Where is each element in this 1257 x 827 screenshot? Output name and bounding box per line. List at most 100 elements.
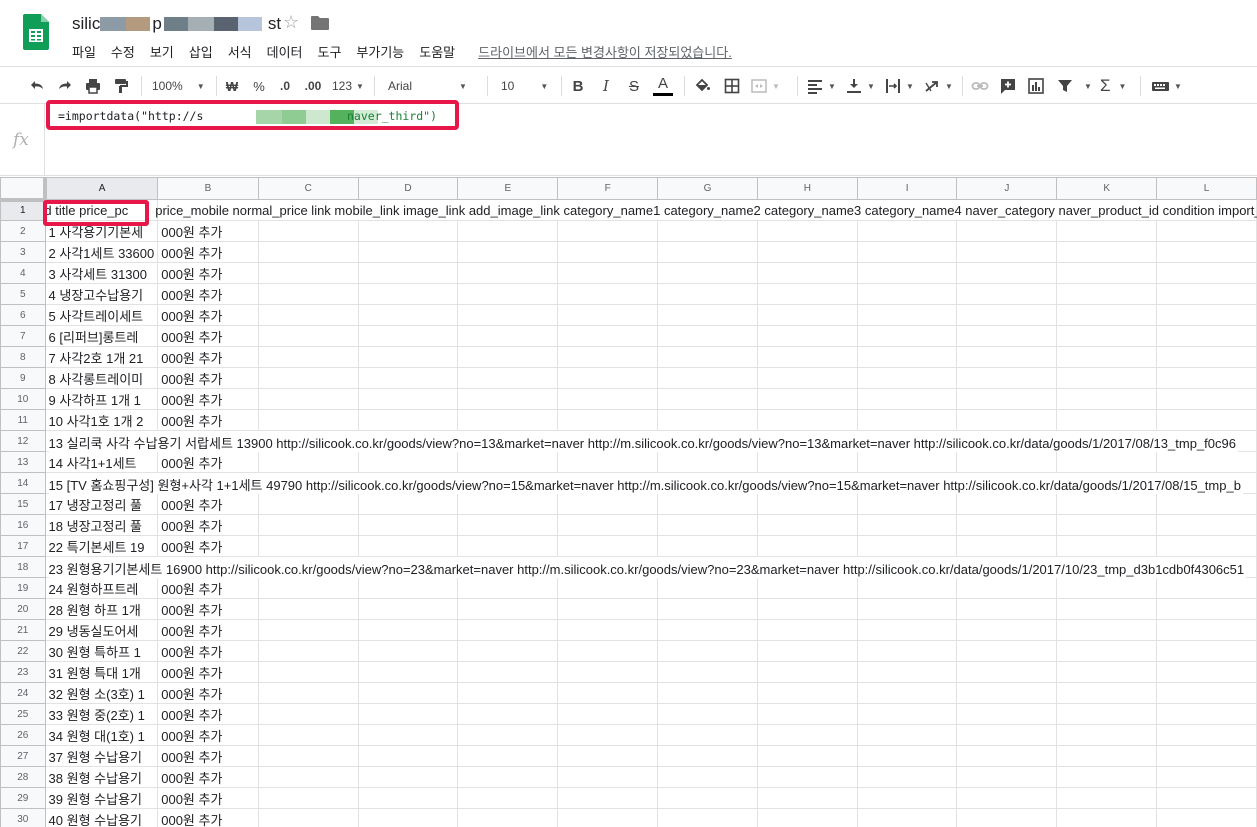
- empty-cell[interactable]: [257, 493, 359, 515]
- empty-cell[interactable]: [956, 787, 1058, 809]
- empty-cell[interactable]: [457, 514, 559, 536]
- empty-cell[interactable]: [357, 640, 459, 662]
- empty-cell[interactable]: [257, 724, 359, 746]
- empty-cell[interactable]: [756, 220, 858, 242]
- empty-cell[interactable]: [257, 577, 359, 599]
- empty-cell[interactable]: [457, 241, 559, 263]
- empty-cell[interactable]: [1156, 724, 1257, 746]
- empty-cell[interactable]: [657, 346, 758, 368]
- empty-cell[interactable]: [557, 577, 659, 599]
- cell-a[interactable]: 14 사각1+1세트: [44, 451, 159, 473]
- empty-cell[interactable]: [657, 640, 758, 662]
- empty-cell[interactable]: [1156, 766, 1257, 788]
- row-header[interactable]: 7: [0, 325, 46, 347]
- more-formats-button[interactable]: 123 ▼: [332, 75, 366, 97]
- empty-cell[interactable]: [1056, 808, 1158, 827]
- spilled-row-cell[interactable]: 13 실리쿡 사각 수납용기 서랍세트 13900 http://silicoo…: [44, 430, 1257, 452]
- empty-cell[interactable]: [1156, 325, 1257, 347]
- cell-a[interactable]: 18 냉장고정리 풀: [44, 514, 159, 536]
- text-wrap-button[interactable]: ▼: [884, 75, 916, 97]
- menu-help[interactable]: 도움말: [419, 42, 455, 61]
- empty-cell[interactable]: [856, 241, 958, 263]
- cell-a[interactable]: 5 사각트레이세트: [44, 304, 159, 326]
- empty-cell[interactable]: [756, 598, 858, 620]
- empty-cell[interactable]: [856, 661, 958, 683]
- empty-cell[interactable]: [1156, 787, 1257, 809]
- empty-cell[interactable]: [1156, 682, 1257, 704]
- empty-cell[interactable]: [1056, 682, 1158, 704]
- empty-cell[interactable]: [1156, 745, 1257, 767]
- cell-a[interactable]: 1 사각용기기본세: [44, 220, 159, 242]
- empty-cell[interactable]: [956, 283, 1058, 305]
- empty-cell[interactable]: [457, 640, 559, 662]
- cell-a[interactable]: 9 사각하프 1개 1: [44, 388, 159, 410]
- empty-cell[interactable]: [956, 808, 1058, 827]
- empty-cell[interactable]: [1156, 304, 1257, 326]
- save-status-link[interactable]: 드라이브에서 모든 변경사항이 저장되었습니다.: [478, 42, 732, 61]
- empty-cell[interactable]: [557, 682, 659, 704]
- empty-cell[interactable]: [457, 577, 559, 599]
- insert-comment-button[interactable]: [998, 75, 1018, 97]
- empty-cell[interactable]: [756, 451, 858, 473]
- empty-cell[interactable]: [1056, 787, 1158, 809]
- empty-cell[interactable]: [1156, 640, 1257, 662]
- column-header[interactable]: A: [44, 177, 159, 200]
- cell-a[interactable]: 28 원형 하프 1개: [44, 598, 159, 620]
- cell-a[interactable]: 8 사각롱트레이미: [44, 367, 159, 389]
- empty-cell[interactable]: [1056, 283, 1158, 305]
- row-header[interactable]: 1: [0, 199, 46, 221]
- empty-cell[interactable]: [1056, 304, 1158, 326]
- empty-cell[interactable]: [956, 577, 1058, 599]
- empty-cell[interactable]: [457, 661, 559, 683]
- empty-cell[interactable]: [1056, 619, 1158, 641]
- empty-cell[interactable]: [657, 535, 758, 557]
- redo-button[interactable]: [54, 75, 76, 97]
- empty-cell[interactable]: [657, 598, 758, 620]
- menu-format[interactable]: 서식: [228, 42, 252, 61]
- empty-cell[interactable]: [1056, 703, 1158, 725]
- empty-cell[interactable]: [457, 283, 559, 305]
- empty-cell[interactable]: [1056, 241, 1158, 263]
- empty-cell[interactable]: [557, 451, 659, 473]
- empty-cell[interactable]: [1056, 514, 1158, 536]
- empty-cell[interactable]: [557, 220, 659, 242]
- empty-cell[interactable]: [657, 304, 758, 326]
- empty-cell[interactable]: [357, 703, 459, 725]
- empty-cell[interactable]: [756, 262, 858, 284]
- cell-a[interactable]: 30 원형 특하프 1: [44, 640, 159, 662]
- empty-cell[interactable]: [956, 661, 1058, 683]
- empty-cell[interactable]: [756, 388, 858, 410]
- cell-a[interactable]: 2 사각1세트 33600: [44, 241, 159, 263]
- column-header[interactable]: J: [956, 177, 1058, 200]
- empty-cell[interactable]: [856, 283, 958, 305]
- menu-data[interactable]: 데이터: [267, 42, 303, 61]
- empty-cell[interactable]: [756, 346, 858, 368]
- empty-cell[interactable]: [856, 577, 958, 599]
- empty-cell[interactable]: [357, 661, 459, 683]
- empty-cell[interactable]: [756, 745, 858, 767]
- empty-cell[interactable]: [1156, 283, 1257, 305]
- empty-cell[interactable]: [257, 241, 359, 263]
- cell-b[interactable]: 000원 추가: [157, 346, 259, 368]
- empty-cell[interactable]: [457, 745, 559, 767]
- row-header[interactable]: 13: [0, 451, 46, 473]
- strikethrough-button[interactable]: S: [625, 75, 643, 97]
- empty-cell[interactable]: [1056, 745, 1158, 767]
- empty-cell[interactable]: [1156, 514, 1257, 536]
- empty-cell[interactable]: [357, 598, 459, 620]
- empty-cell[interactable]: [257, 787, 359, 809]
- empty-cell[interactable]: [357, 535, 459, 557]
- cell-b[interactable]: 000원 추가: [157, 283, 259, 305]
- empty-cell[interactable]: [956, 640, 1058, 662]
- empty-cell[interactable]: [357, 325, 459, 347]
- cell-b[interactable]: 000원 추가: [157, 724, 259, 746]
- empty-cell[interactable]: [1056, 577, 1158, 599]
- empty-cell[interactable]: [856, 220, 958, 242]
- column-header[interactable]: H: [756, 177, 858, 200]
- empty-cell[interactable]: [357, 388, 459, 410]
- empty-cell[interactable]: [756, 640, 858, 662]
- empty-cell[interactable]: [357, 577, 459, 599]
- empty-cell[interactable]: [557, 514, 659, 536]
- menu-file[interactable]: 파일: [72, 42, 96, 61]
- empty-cell[interactable]: [457, 703, 559, 725]
